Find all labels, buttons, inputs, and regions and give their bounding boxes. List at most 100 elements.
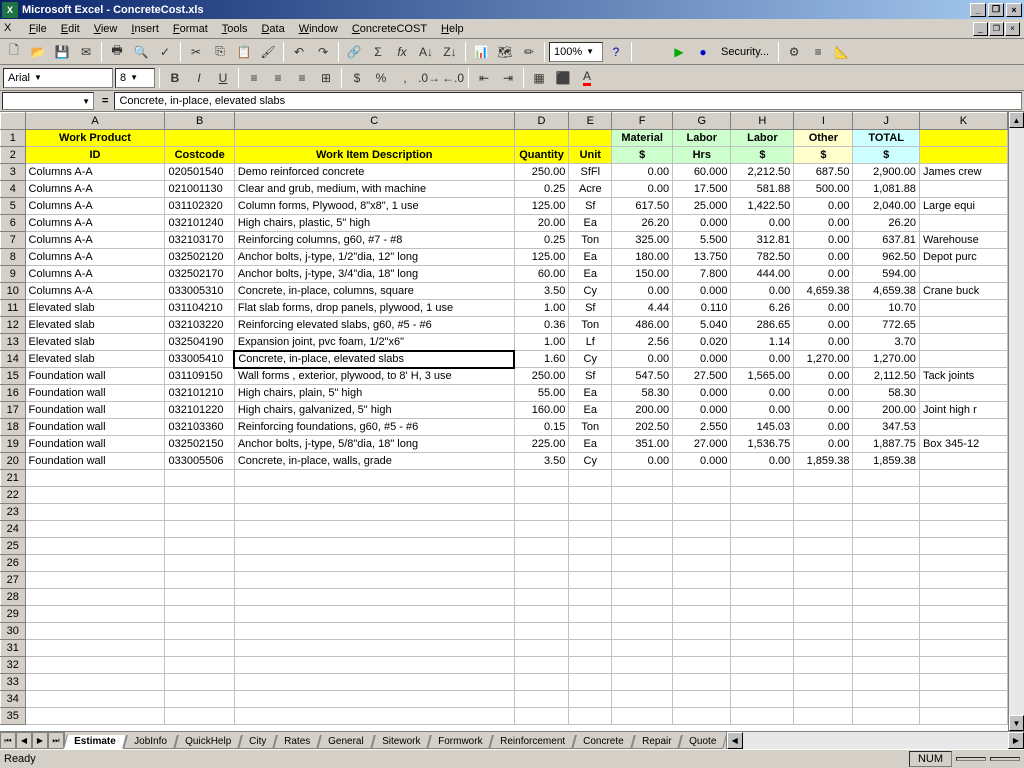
cell[interactable] [514,708,569,725]
cell[interactable] [919,708,1007,725]
cell[interactable]: 250.00 [514,368,569,385]
menu-concretecost[interactable]: ConcreteCOST [345,21,434,37]
cell[interactable] [853,555,919,572]
cell[interactable] [234,708,514,725]
cell[interactable]: Ea [569,436,612,453]
cell[interactable]: Concrete, in-place, elevated slabs [234,351,514,368]
cell[interactable]: 1,887.75 [853,436,919,453]
cell[interactable]: 1,859.38 [794,453,853,470]
row-header[interactable]: 30 [1,623,26,640]
tab-last-button[interactable]: ⏭ [48,732,64,749]
row-header[interactable]: 3 [1,164,26,181]
cell[interactable]: 0.00 [794,368,853,385]
cell[interactable]: 160.00 [514,402,569,419]
cell[interactable] [853,606,919,623]
cell[interactable] [514,504,569,521]
cell[interactable] [234,657,514,674]
cell[interactable] [514,555,569,572]
cell[interactable]: 0.00 [794,300,853,317]
cell[interactable] [234,640,514,657]
italic-button[interactable]: I [188,67,210,89]
cell[interactable] [25,487,165,504]
cell[interactable] [673,470,731,487]
cell[interactable]: 0.000 [673,453,731,470]
cell[interactable] [794,470,853,487]
cell[interactable]: 032101240 [165,215,234,232]
menu-insert[interactable]: Insert [124,21,166,37]
cell[interactable]: 033005506 [165,453,234,470]
doc-restore-button[interactable]: ❐ [989,22,1004,36]
cell[interactable] [794,487,853,504]
cell[interactable] [919,521,1007,538]
cell[interactable] [569,538,612,555]
cell[interactable]: 3.70 [853,334,919,351]
cell[interactable] [25,691,165,708]
sheet-tab-formwork[interactable]: Formwork [427,735,493,749]
menu-file[interactable]: File [22,21,54,37]
tab-first-button[interactable]: ⏮ [0,732,16,749]
autosum-button[interactable]: Σ [367,41,389,63]
cell[interactable]: 351.00 [612,436,673,453]
cell[interactable]: 3.50 [514,453,569,470]
cell[interactable]: 0.00 [794,215,853,232]
cell[interactable] [919,623,1007,640]
cell[interactable] [794,504,853,521]
cell[interactable] [794,589,853,606]
sheet-tab-quote[interactable]: Quote [679,735,728,749]
cell[interactable] [731,572,794,589]
cell[interactable] [612,606,673,623]
col-header-C[interactable]: C [234,113,514,130]
cell[interactable]: SfFl [569,164,612,181]
row-header[interactable]: 25 [1,538,26,555]
cell[interactable]: Tack joints [919,368,1007,385]
cell[interactable]: Other [794,130,853,147]
cell[interactable] [25,538,165,555]
row-header[interactable]: 29 [1,606,26,623]
cell[interactable]: 4,659.38 [853,283,919,300]
row-header[interactable]: 34 [1,691,26,708]
cell[interactable] [794,555,853,572]
cell[interactable] [569,504,612,521]
cell[interactable] [919,130,1007,147]
cell[interactable] [514,691,569,708]
scroll-right-button[interactable]: ▶ [1008,732,1024,749]
cell[interactable]: 032502120 [165,249,234,266]
cell[interactable] [794,538,853,555]
cell[interactable] [569,130,612,147]
cell[interactable]: 347.53 [853,419,919,436]
cell[interactable]: Material [612,130,673,147]
restore-button[interactable]: ❐ [988,3,1004,17]
spelling-button[interactable]: ✓ [154,41,176,63]
cell[interactable]: ID [25,147,165,164]
cell[interactable]: 033005410 [165,351,234,368]
cell[interactable]: 1,422.50 [731,198,794,215]
cell[interactable] [612,555,673,572]
cell[interactable]: 0.000 [673,215,731,232]
cell[interactable]: 286.65 [731,317,794,334]
cell[interactable]: 2,112.50 [853,368,919,385]
design-button[interactable]: 📐 [831,41,853,63]
cell[interactable]: 60.000 [673,164,731,181]
cell[interactable]: 0.25 [514,232,569,249]
cell[interactable] [919,300,1007,317]
cell[interactable]: $ [853,147,919,164]
sort-desc-button[interactable]: Z↓ [439,41,461,63]
cell[interactable]: 250.00 [514,164,569,181]
cell[interactable]: Box 345-12 [919,436,1007,453]
macro-button[interactable]: ⚙ [783,41,805,63]
menu-data[interactable]: Data [254,21,291,37]
cell[interactable]: 032101220 [165,402,234,419]
cell[interactable] [165,623,234,640]
font-color-button[interactable]: A [576,67,598,89]
cell[interactable] [794,674,853,691]
cell[interactable] [853,470,919,487]
cell[interactable]: Labor [673,130,731,147]
cell[interactable]: 0.000 [673,385,731,402]
cell[interactable]: Ea [569,249,612,266]
cell[interactable]: 7.800 [673,266,731,283]
increase-indent-button[interactable]: ⇥ [497,67,519,89]
row-header[interactable]: 15 [1,368,26,385]
cell[interactable] [919,215,1007,232]
cell[interactable]: Columns A-A [25,181,165,198]
sheet-tab-general[interactable]: General [317,735,374,749]
